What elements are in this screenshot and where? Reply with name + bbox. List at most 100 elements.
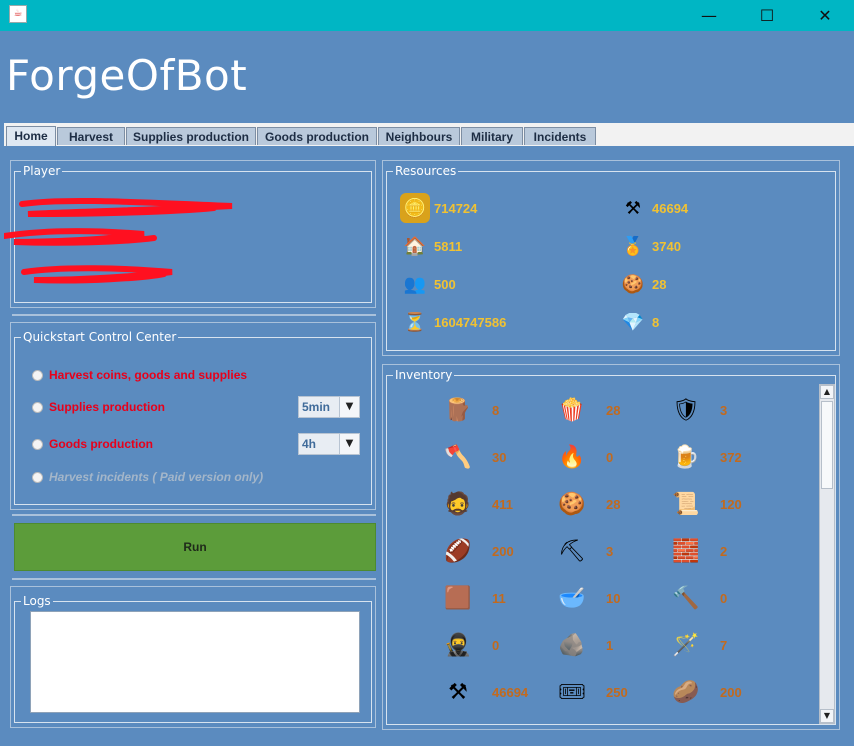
brick-icon: 🧱 xyxy=(672,538,700,564)
inventory-item: 🔥 0 xyxy=(556,441,613,473)
window-titlebar: ☕ — ☐ ✕ xyxy=(0,0,854,31)
tab-supplies-production[interactable]: Supplies production xyxy=(126,127,256,145)
inventory-item: 🛡 3 xyxy=(670,394,727,426)
home-content: Player Quickstart Control Center Harvest… xyxy=(4,146,854,742)
radio-harvest[interactable]: Harvest coins, goods and supplies xyxy=(32,368,247,382)
resource-medals: 🏅 3740 xyxy=(618,231,681,261)
maximize-button[interactable]: ☐ xyxy=(744,0,790,31)
inventory-item: ⚒ 46694 xyxy=(442,676,528,708)
inventory-value: 120 xyxy=(720,496,742,512)
radio-supplies-production[interactable]: Supplies production xyxy=(32,400,165,414)
coins-icon: 🪙 xyxy=(400,193,430,223)
tab-military[interactable]: Military xyxy=(461,127,523,145)
inventory-item: 🟫 11 xyxy=(442,582,505,614)
inventory-value: 200 xyxy=(492,543,514,559)
scroll-thumb[interactable] xyxy=(821,401,833,489)
ticket-icon: 🎟 xyxy=(558,679,586,705)
chevron-down-icon[interactable]: ▼ xyxy=(339,434,359,454)
inventory-value: 8 xyxy=(492,402,500,418)
scroll-icon: 📜 xyxy=(672,491,700,517)
tab-harvest[interactable]: Harvest xyxy=(57,127,125,145)
radio-dot[interactable] xyxy=(32,438,43,450)
inventory-item: 🍿 28 xyxy=(556,394,620,426)
inventory-value: 372 xyxy=(720,449,742,465)
inventory-value: 7 xyxy=(720,637,728,653)
scroll-down-button[interactable]: ▼ xyxy=(820,709,834,723)
mug-icon: 🍺 xyxy=(672,444,700,470)
tab-home[interactable]: Home xyxy=(6,126,56,146)
resource-value: 1604747586 xyxy=(434,314,507,330)
house-icon: 🏠 xyxy=(403,235,427,257)
resource-value: 3740 xyxy=(652,238,681,254)
separator xyxy=(12,514,376,516)
minimize-button[interactable]: — xyxy=(686,0,732,31)
resource-coins: 🪙 714724 xyxy=(400,193,477,223)
run-button[interactable]: Run xyxy=(14,523,376,571)
inventory-item: 🍪 28 xyxy=(556,488,620,520)
cookies-icon: 🍪 xyxy=(558,491,586,517)
inventory-item: 🪨 1 xyxy=(556,629,613,661)
tab-neighbours[interactable]: Neighbours xyxy=(378,127,460,145)
inventory-value: 3 xyxy=(720,402,728,418)
inventory-item: ⛏ 3 xyxy=(556,535,613,567)
inventory-value: 30 xyxy=(492,449,507,465)
mortar-icon: 🥣 xyxy=(558,585,586,611)
app-title: ForgeOfBot xyxy=(6,51,248,100)
inventory-legend: Inventory xyxy=(393,368,455,382)
inventory-value: 28 xyxy=(606,402,621,418)
goods-interval-value: 4h xyxy=(302,437,317,451)
chevron-down-icon[interactable]: ▼ xyxy=(339,397,359,417)
inventory-value: 250 xyxy=(606,684,628,700)
radio-dot[interactable] xyxy=(32,401,43,413)
inventory-item: 🥣 10 xyxy=(556,582,620,614)
axe-icon: 🪓 xyxy=(444,444,472,470)
inventory-value: 10 xyxy=(606,590,621,606)
resource-value: 5811 xyxy=(434,238,463,254)
inventory-item: 🥷 0 xyxy=(442,629,499,661)
inventory-value: 1 xyxy=(606,637,614,653)
radio-supplies-label: Supplies production xyxy=(49,400,165,414)
resource-supplies: 🏠 5811 xyxy=(400,231,462,261)
inventory-item: 🪵 8 xyxy=(442,394,499,426)
resource-population: 👥 500 xyxy=(400,269,456,299)
inventory-value: 411 xyxy=(492,496,513,512)
inventory-value: 3 xyxy=(606,543,614,559)
staff-icon: 🪄 xyxy=(672,632,700,658)
inventory-scrollbar[interactable]: ▲ ▼ xyxy=(819,384,835,724)
radio-goods-production[interactable]: Goods production xyxy=(32,437,153,451)
goods-interval-select[interactable]: 4h ▼ xyxy=(298,433,360,455)
inventory-item: 🍺 372 xyxy=(670,441,742,473)
scroll-up-button[interactable]: ▲ xyxy=(820,385,834,399)
java-app-icon: ☕ xyxy=(9,5,27,23)
logs-textarea[interactable] xyxy=(30,611,360,713)
inventory-item: 🎟 250 xyxy=(556,676,628,708)
cookies-icon: 🍪 xyxy=(621,273,645,295)
player-legend: Player xyxy=(21,164,63,178)
resource-time: ⏳ 1604747586 xyxy=(400,307,507,337)
resource-diamonds: 💎 8 xyxy=(618,307,659,337)
inventory-value: 28 xyxy=(606,496,621,512)
inventory-value: 46694 xyxy=(492,684,529,700)
inventory-value: 0 xyxy=(606,449,614,465)
lumber-icon: 🪵 xyxy=(444,397,472,423)
app-header: ForgeOfBot xyxy=(4,31,854,123)
pickhammer-icon: 🔨 xyxy=(672,585,700,611)
stone-icon: 🪨 xyxy=(558,632,586,658)
inventory-item: 🥔 200 xyxy=(670,676,741,708)
supplies-interval-select[interactable]: 5min ▼ xyxy=(298,396,360,418)
radio-dot[interactable] xyxy=(32,369,43,381)
popcorn-icon: 🍿 xyxy=(558,397,586,423)
resource-value: 500 xyxy=(434,276,456,292)
medal-icon: 🏅 xyxy=(621,235,645,257)
radio-dot xyxy=(32,471,43,483)
shield-icon: 🛡 xyxy=(672,397,700,423)
viking-icon: 🧔 xyxy=(444,491,472,517)
separator xyxy=(12,578,376,580)
close-button[interactable]: ✕ xyxy=(802,0,848,31)
tab-incidents[interactable]: Incidents xyxy=(524,127,596,145)
shovel-icon: ⛏ xyxy=(558,538,586,564)
inventory-value: 0 xyxy=(492,637,500,653)
resource-forge-points: ⚒ 46694 xyxy=(618,193,688,223)
people-icon: 👥 xyxy=(403,273,427,295)
tab-goods-production[interactable]: Goods production xyxy=(257,127,377,145)
